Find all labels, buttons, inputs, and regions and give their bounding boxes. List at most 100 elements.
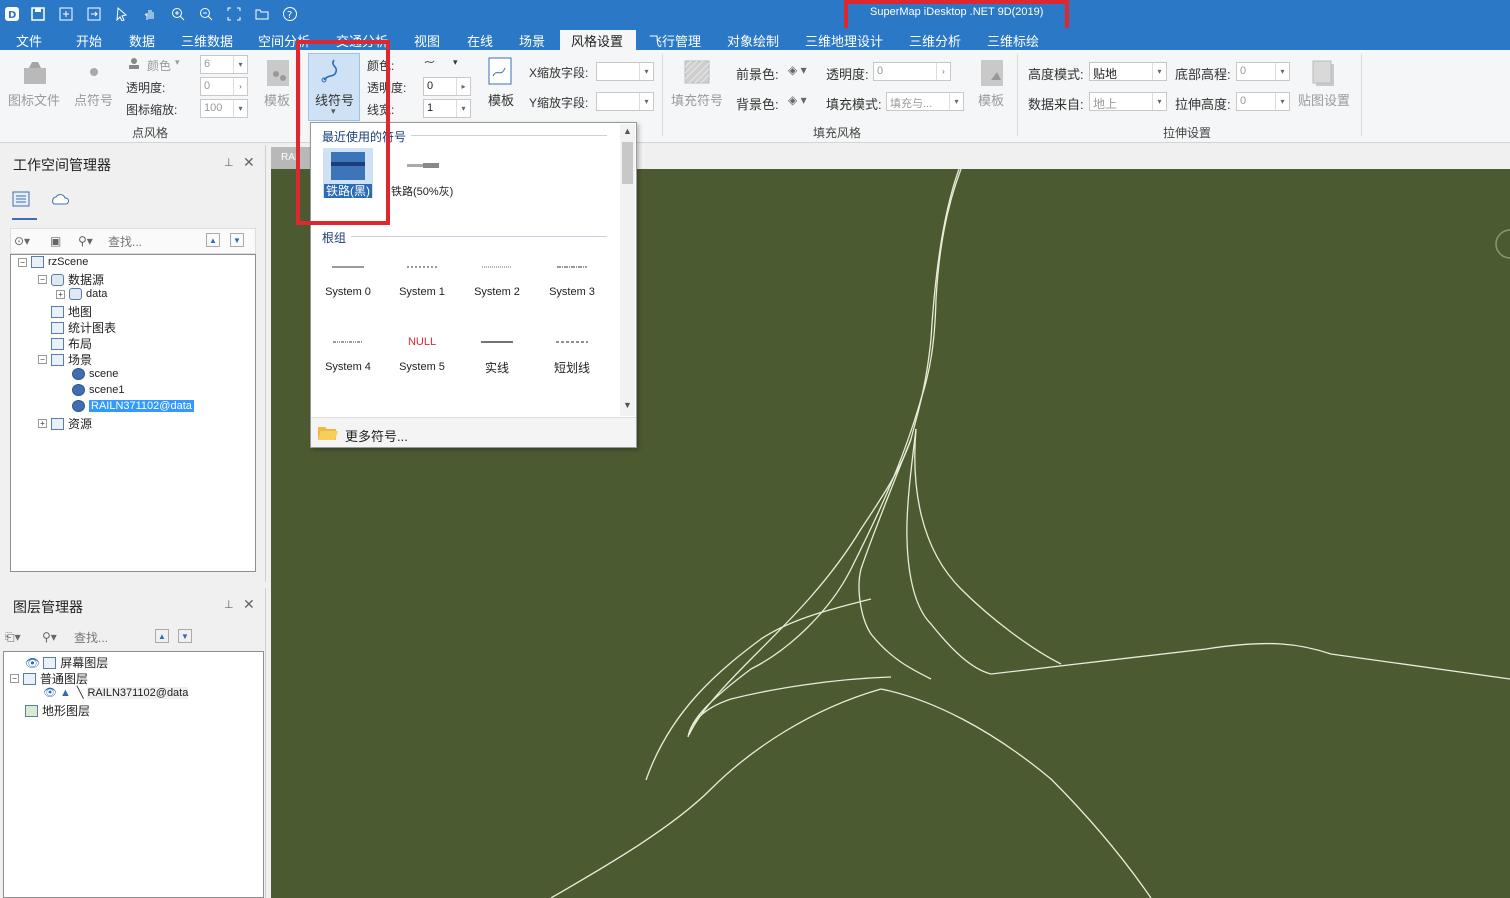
move-down-icon[interactable]: ▼ <box>230 233 244 247</box>
layer-node-terrain[interactable]: 地形图层 <box>25 702 90 719</box>
zoom-in-icon[interactable] <box>168 4 188 24</box>
workspace-search-input[interactable] <box>108 233 198 251</box>
y-scale-field-select[interactable]: ▾ <box>596 92 654 111</box>
line-opacity-input[interactable]: 0 ▸ <box>423 77 471 96</box>
more-symbols-button[interactable]: 更多符号... <box>311 417 636 447</box>
layer-search-input[interactable] <box>74 629 152 647</box>
bottom-altitude-input[interactable]: 0 ▾ <box>1236 62 1290 81</box>
compass-icon[interactable] <box>1495 229 1510 259</box>
menu-online[interactable]: 在线 <box>467 31 493 50</box>
symbol-label[interactable]: System 4 <box>311 361 385 373</box>
cloud-workspace-icon[interactable] <box>50 190 72 210</box>
expand-icon[interactable]: + <box>38 419 47 428</box>
fill-opacity-input[interactable]: 0 › <box>873 62 951 81</box>
tree-node-datasources[interactable]: − 数据源 <box>38 271 104 288</box>
layer-node-normal[interactable]: − 普通图层 <box>10 670 88 687</box>
zoom-out-icon[interactable] <box>196 4 216 24</box>
solid-line-swatch[interactable] <box>460 338 534 346</box>
tree-node-scenes[interactable]: − 场景 <box>38 351 92 368</box>
point-symbol-button[interactable]: 点符号 <box>74 90 113 109</box>
workspace-open-icon[interactable]: ⊙▾ <box>14 234 30 248</box>
tree-node-scene[interactable]: scene <box>72 368 118 380</box>
menu-object-draw[interactable]: 对象绘制 <box>727 31 779 50</box>
system3-swatch[interactable] <box>535 263 609 271</box>
tree-node-rail-scene[interactable]: RAILN371102@data <box>72 400 194 412</box>
move-up-icon[interactable]: ▲ <box>206 233 220 247</box>
collapse-icon[interactable]: − <box>18 257 27 267</box>
eye-icon[interactable]: 👁 <box>25 656 40 670</box>
scroll-thumb[interactable] <box>622 142 633 184</box>
help-icon[interactable]: ? <box>280 4 300 24</box>
system4-swatch[interactable] <box>311 338 385 346</box>
line-color-dropdown-icon[interactable]: ▾ <box>453 57 458 68</box>
select-cursor-icon[interactable] <box>112 4 132 24</box>
menu-3d-analysis[interactable]: 三维分析 <box>909 31 961 50</box>
data-from-select[interactable]: 地上 ▾ <box>1089 92 1167 111</box>
system1-swatch[interactable] <box>385 263 459 271</box>
fill-template-button[interactable]: 模板 <box>978 90 1004 109</box>
expand-icon[interactable]: + <box>56 289 65 299</box>
bg-color-bucket-icon[interactable]: ◈ ▾ <box>788 93 807 107</box>
menu-style-settings[interactable]: 风格设置 <box>571 31 623 50</box>
popup-scrollbar[interactable]: ▲ ▼ <box>620 124 635 416</box>
tree-node-data[interactable]: + data <box>56 288 107 300</box>
recent-symbol-rail-gray[interactable]: 铁路(50%灰) <box>387 148 461 198</box>
layer-node-rail[interactable]: 👁 ▲ ╲ RAILN371102@data <box>43 686 189 699</box>
icon-scale-input[interactable]: 100 ▾ <box>200 99 248 118</box>
tree-node-maps[interactable]: 地图 <box>51 303 92 320</box>
line-width-input[interactable]: 1 ▾ <box>423 99 471 118</box>
point-template-button[interactable]: 模板 <box>264 90 290 109</box>
workspace-save-icon[interactable]: ▣ <box>50 234 61 248</box>
move-down-icon[interactable]: ▼ <box>178 629 192 643</box>
search-icon[interactable]: ⚲▾ <box>78 234 93 248</box>
import-icon[interactable] <box>56 4 76 24</box>
full-extent-icon[interactable] <box>224 4 244 24</box>
collapse-icon[interactable]: − <box>38 355 47 364</box>
tree-node-resources[interactable]: + 资源 <box>38 415 92 432</box>
menu-flight[interactable]: 飞行管理 <box>649 31 701 50</box>
menu-start[interactable]: 开始 <box>76 31 102 50</box>
tree-node-root[interactable]: − rzScene <box>18 256 88 268</box>
symbol-label[interactable]: 短划线 <box>535 359 609 376</box>
menu-scene[interactable]: 场景 <box>519 31 545 50</box>
symbol-file-button[interactable]: 图标文件 <box>8 90 60 109</box>
menu-file[interactable]: 文件 <box>16 31 42 50</box>
menu-3d-geodesign[interactable]: 三维地理设计 <box>805 31 883 50</box>
symbol-label[interactable]: 实线 <box>460 359 534 376</box>
scroll-up-icon[interactable]: ▲ <box>623 126 632 136</box>
point-size-input[interactable]: 6 ▾ <box>200 55 248 74</box>
collapse-icon[interactable]: − <box>10 674 19 683</box>
close-icon[interactable]: ✕ <box>243 154 255 171</box>
system2-swatch[interactable] <box>460 263 534 271</box>
symbol-label[interactable]: System 2 <box>460 286 534 298</box>
fill-mode-select[interactable]: 填充与... ▾ <box>886 92 964 111</box>
symbol-label[interactable]: System 3 <box>535 286 609 298</box>
system0-swatch[interactable] <box>311 263 385 271</box>
null-symbol[interactable]: NULL <box>385 336 459 348</box>
dash-line-swatch[interactable] <box>535 338 609 346</box>
menu-3d-data[interactable]: 三维数据 <box>181 31 233 50</box>
height-mode-select[interactable]: 贴地 ▾ <box>1089 62 1167 81</box>
line-template-button[interactable]: 模板 <box>488 90 514 109</box>
close-icon[interactable]: ✕ <box>243 596 255 613</box>
symbol-label[interactable]: System 5 <box>385 361 459 373</box>
fg-color-bucket-icon[interactable]: ◈ ▾ <box>788 63 807 77</box>
workspace-view-icon[interactable] <box>12 190 32 210</box>
search-icon[interactable]: ⚲▾ <box>42 630 57 644</box>
pan-hand-icon[interactable] <box>140 4 160 24</box>
tree-node-layouts[interactable]: 布局 <box>51 335 92 352</box>
selectable-icon[interactable]: ▲ <box>60 687 71 699</box>
eye-icon[interactable]: 👁 <box>43 686 57 699</box>
tree-node-charts[interactable]: 统计图表 <box>51 319 116 336</box>
point-color-dropdown-icon[interactable]: ▾ <box>175 57 180 68</box>
menu-view[interactable]: 视图 <box>414 31 440 50</box>
collapse-icon[interactable]: − <box>38 275 47 284</box>
menu-data[interactable]: 数据 <box>129 31 155 50</box>
app-logo-icon[interactable]: D <box>2 4 22 24</box>
move-up-icon[interactable]: ▲ <box>155 629 169 643</box>
texture-settings-button[interactable]: 贴图设置 <box>1298 90 1350 109</box>
symbol-label[interactable]: System 1 <box>385 286 459 298</box>
symbol-label[interactable]: System 0 <box>311 286 385 298</box>
fill-symbol-button[interactable]: 填充符号 <box>671 90 723 109</box>
extrude-height-input[interactable]: 0 ▾ <box>1236 92 1290 111</box>
